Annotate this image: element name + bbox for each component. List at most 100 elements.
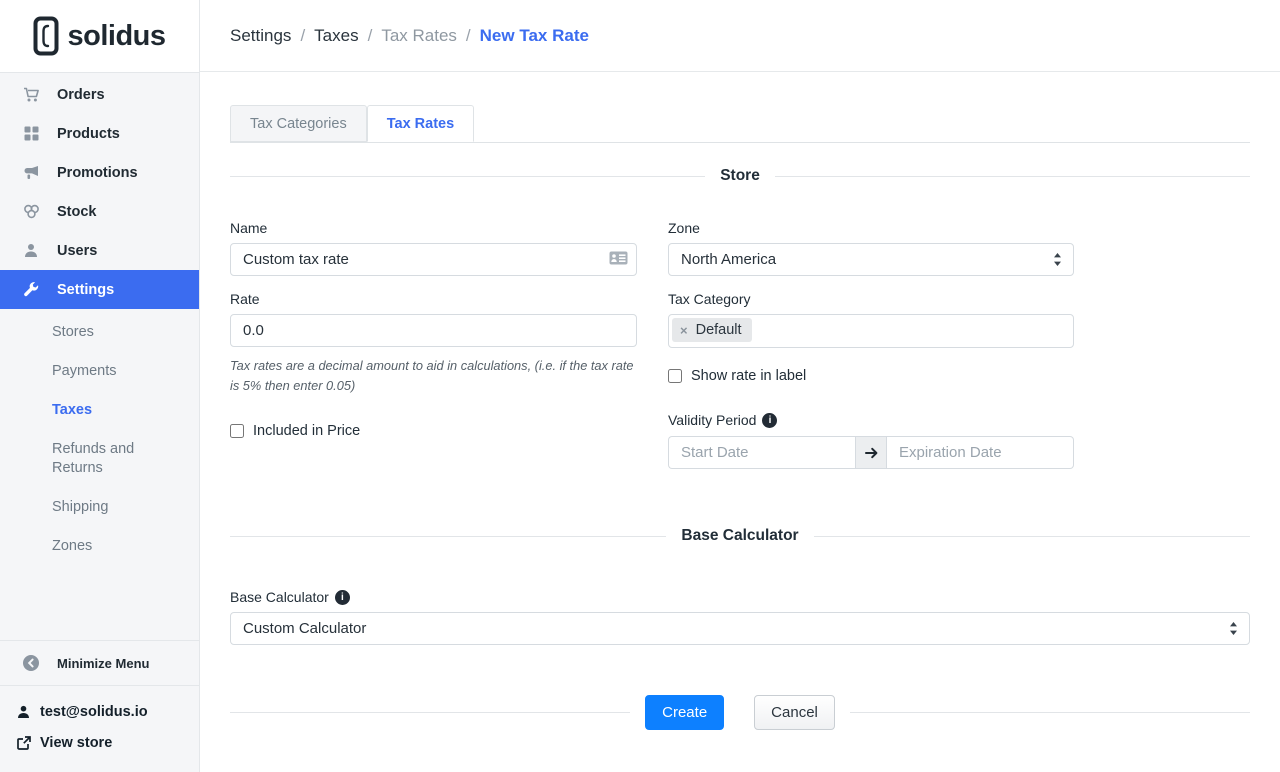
wrench-icon [22,282,40,298]
tab-bar: Tax Categories Tax Rates [230,105,1250,143]
chevron-left-circle-icon [22,655,40,671]
breadcrumb-tax-rates[interactable]: Tax Rates [381,26,457,46]
breadcrumb-settings[interactable]: Settings [230,26,291,46]
arrow-right-icon [855,436,887,469]
breadcrumb-separator: / [466,26,471,46]
zone-selected-value: North America [681,251,776,268]
sidebar-item-label: Orders [57,87,105,103]
page-content: Tax Categories Tax Rates Store Name Zone [200,72,1280,730]
zone-select[interactable]: North America [668,243,1074,276]
breadcrumb-separator: / [300,26,305,46]
minimize-menu-label: Minimize Menu [57,656,149,671]
info-icon: i [335,590,350,605]
base-calculator-selected-value: Custom Calculator [243,620,366,637]
subnav-item-payments[interactable]: Payments [0,352,199,391]
settings-subnav: Stores Payments Taxes Refunds and Return… [0,309,199,566]
subnav-item-stores[interactable]: Stores [0,313,199,352]
sidebar-item-orders[interactable]: Orders [0,75,199,114]
sidebar: solidus Orders Products Promotions Stock [0,0,200,772]
subnav-item-taxes[interactable]: Taxes [0,391,199,430]
start-date-input[interactable] [668,436,855,469]
breadcrumb-taxes[interactable]: Taxes [314,26,358,46]
cancel-button[interactable]: Cancel [754,695,835,730]
breadcrumb: Settings / Taxes / Tax Rates / New Tax R… [200,0,1280,72]
sidebar-item-stock[interactable]: Stock [0,192,199,231]
tax-rate-form: Name Zone North America [230,220,1250,469]
tab-tax-categories[interactable]: Tax Categories [230,105,367,142]
included-in-price-row: Included in Price [230,423,637,439]
sidebar-item-products[interactable]: Products [0,114,199,153]
zone-label: Zone [668,220,1074,236]
validity-period-label-row: Validity Period i [668,412,1074,428]
solidus-logo-icon [33,16,59,56]
show-rate-label: Show rate in label [691,368,806,384]
account-email-link[interactable]: test@solidus.io [16,696,199,727]
name-input[interactable] [230,243,637,276]
account-section: test@solidus.io View store [0,685,199,772]
megaphone-icon [22,165,40,180]
solidus-logo[interactable]: solidus [0,0,199,73]
form-actions: Create Cancel [230,695,1250,730]
caret-updown-icon [1052,252,1063,267]
show-rate-row: Show rate in label [668,368,1074,384]
expiration-date-input[interactable] [887,436,1074,469]
user-icon [22,243,40,258]
tax-category-field-group: Tax Category × Default Show rate in labe… [668,291,1074,469]
subnav-item-shipping[interactable]: Shipping [0,488,199,527]
store-section-legend: Store [230,167,1250,185]
breadcrumb-new-tax-rate: New Tax Rate [480,26,589,46]
base-calculator-select[interactable]: Custom Calculator [230,612,1250,645]
tax-category-label: Tax Category [668,291,1074,307]
sidebar-nav: Orders Products Promotions Stock Users [0,73,199,309]
store-section-title: Store [705,167,775,185]
sidebar-item-users[interactable]: Users [0,231,199,270]
view-store-label: View store [40,735,112,751]
cart-icon [22,87,40,103]
subnav-item-refunds[interactable]: Refunds and Returns [0,430,199,488]
chip-remove-icon[interactable]: × [680,323,688,338]
included-in-price-checkbox[interactable] [230,424,244,438]
tax-category-chip: × Default [672,318,752,342]
rate-field-group: Rate Tax rates are a decimal amount to a… [230,291,637,469]
sidebar-item-label: Products [57,126,120,142]
base-calculator-field-group: Base Calculator i Custom Calculator [230,589,1250,645]
sidebar-item-label: Users [57,243,97,259]
minimize-menu-button[interactable]: Minimize Menu [0,640,199,685]
grid-icon [22,126,40,141]
zone-field-group: Zone North America [668,220,1074,276]
rate-help-text: Tax rates are a decimal amount to aid in… [230,356,637,397]
validity-period-group [668,436,1074,469]
base-calculator-label-row: Base Calculator i [230,589,1250,605]
sidebar-item-settings[interactable]: Settings [0,270,199,309]
rate-input[interactable] [230,314,637,347]
info-icon: i [762,413,777,428]
external-link-icon [16,736,31,750]
caret-updown-icon [1228,621,1239,636]
view-store-link[interactable]: View store [16,727,199,758]
sidebar-item-promotions[interactable]: Promotions [0,153,199,192]
breadcrumb-separator: / [368,26,373,46]
base-calculator-section-title: Base Calculator [666,527,813,545]
base-calculator-section-legend: Base Calculator [230,527,1250,545]
rate-label: Rate [230,291,637,307]
validity-period-label: Validity Period [668,412,756,428]
sidebar-item-label: Settings [57,282,114,298]
tax-category-chip-label: Default [696,322,742,338]
name-label: Name [230,220,637,236]
solidus-logo-text: solidus [67,20,165,53]
sidebar-item-label: Stock [57,204,97,220]
subnav-item-zones[interactable]: Zones [0,527,199,566]
main-area: Settings / Taxes / Tax Rates / New Tax R… [200,0,1280,772]
included-in-price-label: Included in Price [253,423,360,439]
autofill-contact-icon [609,251,628,270]
sidebar-item-label: Promotions [57,165,138,181]
show-rate-checkbox[interactable] [668,369,682,383]
name-field-group: Name [230,220,637,276]
create-button[interactable]: Create [645,695,724,730]
sidebar-bottom: Minimize Menu test@solidus.io View store [0,640,199,772]
account-email: test@solidus.io [40,704,148,720]
person-icon [16,705,31,719]
tab-tax-rates[interactable]: Tax Rates [367,105,474,142]
tax-category-multiselect[interactable]: × Default [668,314,1074,348]
base-calculator-label: Base Calculator [230,589,329,605]
